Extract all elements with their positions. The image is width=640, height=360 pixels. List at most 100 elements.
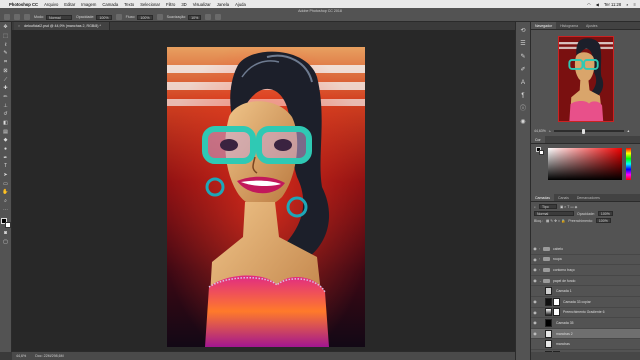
eyedropper-tool-icon[interactable]: ⟋ — [2, 77, 9, 83]
symmetry-icon[interactable] — [215, 14, 222, 20]
layer-mask-thumbnail[interactable] — [553, 297, 560, 306]
healing-brush-tool-icon[interactable]: ✚ — [2, 86, 9, 92]
wifi-icon[interactable]: ◠ — [587, 2, 591, 7]
fill-input[interactable]: 100% — [595, 218, 611, 223]
brush-tool-icon[interactable]: ✏ — [2, 94, 9, 101]
properties-icon[interactable]: ☰ — [520, 41, 527, 48]
menu-select[interactable]: Selecionar — [140, 2, 160, 7]
brush-settings-icon[interactable] — [24, 14, 30, 20]
shape-tool-icon[interactable]: ▭ — [2, 181, 9, 187]
menu-edit[interactable]: Editar — [64, 2, 75, 7]
eye-icon[interactable]: ◉ — [531, 331, 539, 336]
blend-mode-select[interactable]: Normal — [534, 211, 574, 216]
history-brush-tool-icon[interactable]: ↺ — [2, 112, 9, 118]
status-doc-info[interactable]: Doc: 22M/298,6M — [35, 354, 63, 358]
menu-window[interactable]: Janela — [217, 2, 229, 7]
layer-kind-select[interactable]: Tipo — [538, 204, 557, 209]
layer-group-contorno[interactable]: ◉ › contorno traço — [531, 265, 640, 276]
character-panel-icon[interactable]: A — [520, 80, 527, 87]
more-tools-icon[interactable]: ⋯ — [2, 207, 9, 213]
type-tool-icon[interactable]: T — [2, 164, 9, 170]
tab-layers[interactable]: Camadas — [531, 194, 554, 201]
smoothing-settings-icon[interactable] — [205, 14, 212, 20]
gradient-tool-icon[interactable]: ▤ — [2, 129, 9, 135]
menu-help[interactable]: Ajuda — [235, 2, 246, 7]
layer-mask-thumbnail[interactable] — [553, 308, 560, 317]
mode-select[interactable]: Normal — [46, 14, 72, 20]
eye-icon[interactable]: ◉ — [531, 299, 539, 304]
lock-icons[interactable]: ▦ ✎ ✥ ⌗ 🔒 — [546, 219, 565, 223]
opacity-input[interactable]: 100% — [96, 14, 112, 20]
menu-view[interactable]: Visualizar — [193, 2, 211, 7]
background-color-swatch[interactable] — [4, 222, 11, 229]
navigator-view[interactable] — [531, 30, 640, 126]
eye-icon[interactable]: ◉ — [531, 310, 539, 315]
color-field[interactable] — [548, 148, 622, 180]
layer-group-papel[interactable]: ◉ ⌄ papel de fundo — [531, 276, 640, 287]
menu-filter[interactable]: Filtro — [166, 2, 175, 7]
canvas-area[interactable] — [12, 30, 515, 351]
layer-item[interactable]: manchas — [531, 339, 640, 350]
tab-navigator[interactable]: Navegador — [531, 22, 557, 29]
menu-layer[interactable]: Camada — [102, 2, 118, 7]
dodge-tool-icon[interactable]: ● — [2, 147, 9, 153]
hand-tool-icon[interactable]: ✋ — [2, 190, 9, 196]
status-zoom[interactable]: 44,6% — [16, 354, 26, 358]
eye-icon[interactable]: ◉ — [531, 257, 539, 262]
layer-group-cabelo[interactable]: ◉ › cabelo — [531, 244, 640, 255]
eraser-tool-icon[interactable]: ◧ — [2, 121, 9, 127]
layer-item[interactable]: ◉ Camada 33 copiar — [531, 297, 640, 308]
navigator-zoom-slider[interactable] — [553, 128, 624, 134]
menu-3d[interactable]: 3D — [181, 2, 186, 7]
brushes-panel-icon[interactable]: ✐ — [520, 67, 527, 74]
menu-type[interactable]: Texto — [124, 2, 134, 7]
crop-tool-icon[interactable]: ⌗ — [2, 60, 9, 66]
menu-image[interactable]: Imagem — [81, 2, 96, 7]
libraries-panel-icon[interactable]: ◉ — [520, 119, 527, 126]
brush-preset-picker-icon[interactable] — [14, 14, 20, 20]
filter-icons[interactable]: ▣ ◐ T ▭ ◈ — [560, 205, 577, 209]
tab-color[interactable]: Cor — [531, 136, 545, 143]
blur-tool-icon[interactable]: ◆ — [2, 138, 9, 144]
document-tab[interactable]: × delouficial2.psd @ 44,9% (manchas 2, R… — [14, 22, 110, 30]
navigator-thumbnail[interactable] — [558, 36, 614, 122]
info-panel-icon[interactable]: ⓘ — [520, 106, 527, 113]
hue-slider[interactable] — [626, 148, 631, 180]
volume-icon[interactable]: ◀ — [596, 2, 599, 7]
layer-item[interactable]: ◉ Preenchimento Gradiente 6 — [531, 308, 640, 319]
zoom-in-icon[interactable]: ▲ — [627, 129, 630, 133]
navigator-zoom-value[interactable]: 44,63% — [534, 129, 546, 133]
close-tab-icon[interactable]: × — [18, 24, 20, 28]
quick-select-tool-icon[interactable]: ✎ — [2, 51, 9, 57]
tab-paths[interactable]: Demarcadores — [573, 194, 604, 201]
zoom-out-icon[interactable]: ▵ — [549, 129, 551, 133]
quick-mask-icon[interactable]: ◙ — [2, 231, 9, 237]
layer-item-selected[interactable]: ◉ manchas 2 — [531, 328, 640, 340]
paragraph-panel-icon[interactable]: ¶ — [520, 93, 527, 100]
eye-icon[interactable]: ◉ — [531, 246, 539, 251]
menu-app-name[interactable]: Photoshop CC — [9, 2, 38, 7]
eye-icon[interactable]: ◉ — [531, 278, 539, 283]
eye-icon[interactable]: ◉ — [531, 320, 539, 325]
color-panel-background[interactable] — [539, 150, 544, 155]
zoom-tool-icon[interactable]: ⌕ — [2, 199, 9, 205]
navigator-zoom-knob[interactable] — [581, 128, 585, 134]
list-icon[interactable]: ≡ — [634, 2, 636, 7]
screen-mode-icon[interactable]: ▢ — [2, 240, 9, 246]
marquee-tool-icon[interactable]: ⬚ — [2, 34, 9, 40]
menu-clock[interactable]: Ter 11:28 — [604, 2, 621, 7]
layer-opacity-input[interactable]: 100% — [597, 211, 613, 216]
move-tool-icon[interactable]: ✥ — [2, 25, 9, 31]
lasso-tool-icon[interactable]: ℓ — [2, 42, 9, 48]
pen-tool-icon[interactable]: ✒ — [2, 155, 9, 161]
layer-item[interactable]: ◉ Camada 35 — [531, 318, 640, 329]
smoothing-input[interactable]: 10% — [188, 14, 202, 20]
menu-file[interactable]: Arquivo — [44, 2, 58, 7]
layer-item[interactable]: Camada 1 — [531, 286, 640, 297]
tab-adjustments[interactable]: Ajustes — [582, 22, 601, 29]
tab-histogram[interactable]: Histograma — [556, 22, 582, 29]
brush-tool-icon[interactable] — [4, 14, 10, 20]
frame-tool-icon[interactable]: ⊠ — [2, 68, 9, 74]
search-icon[interactable]: ⌕ — [626, 2, 628, 7]
eye-icon[interactable]: ◉ — [531, 267, 539, 272]
